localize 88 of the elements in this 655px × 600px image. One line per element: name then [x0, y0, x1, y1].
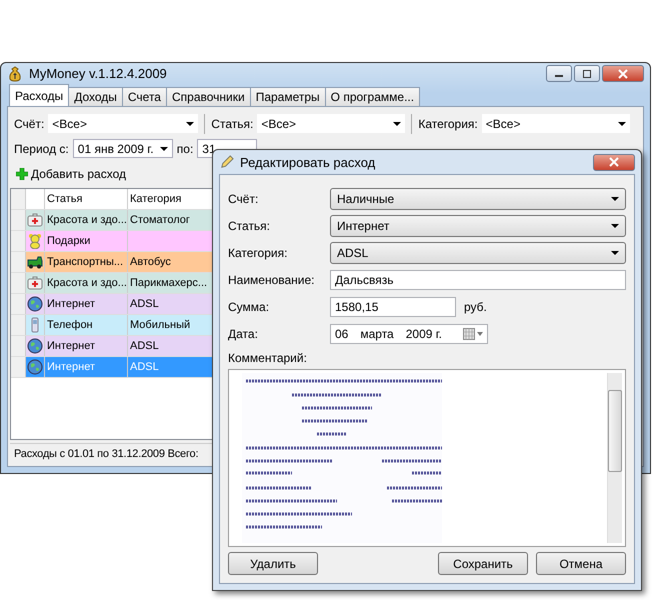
- table-cell: Красота и здо...: [44, 273, 128, 293]
- tab[interactable]: Доходы: [68, 87, 123, 106]
- save-button[interactable]: Сохранить: [438, 552, 528, 575]
- article-label: Статья:: [211, 116, 254, 130]
- table-cell-text: Стоматолог: [129, 213, 191, 228]
- row-header: [11, 294, 26, 314]
- currency-label: руб.: [464, 300, 487, 314]
- row-header: [11, 189, 26, 209]
- table-cell: Интернет: [44, 357, 128, 377]
- table-cell: Телефон: [44, 315, 128, 335]
- row-header: [11, 315, 26, 335]
- table-cell: Интернет: [44, 336, 128, 356]
- car-icon: [27, 254, 43, 270]
- globe-icon: [27, 359, 43, 375]
- row-header: [11, 210, 26, 230]
- caret-icon: [160, 146, 168, 150]
- first-aid-kit-icon: [27, 212, 43, 228]
- tab[interactable]: Расходы: [9, 84, 70, 106]
- field-label: Статья:: [228, 218, 272, 232]
- input-field[interactable]: Дальсвязь: [330, 270, 626, 290]
- status-text: Расходы с 01.01 по 31.12.2009 Всего:: [14, 448, 198, 460]
- category-dropdown[interactable]: <Все>: [482, 114, 630, 133]
- money-bag-icon: [7, 66, 23, 82]
- tab[interactable]: Параметры: [250, 87, 326, 106]
- teddy-bear-icon: [27, 233, 43, 249]
- maximize-button[interactable]: [574, 65, 600, 82]
- table-cell-text: ADSL: [129, 360, 160, 375]
- account-dropdown[interactable]: <Все>: [48, 114, 198, 133]
- caret-icon: [618, 122, 626, 126]
- comment-field[interactable]: [228, 369, 626, 547]
- field-label: Сумма:: [228, 300, 270, 314]
- delete-button[interactable]: Удалить: [228, 552, 318, 575]
- table-cell: Красота и здо...: [44, 210, 128, 230]
- table-cell: Подарки: [44, 231, 128, 251]
- row-header: [11, 231, 26, 251]
- calendar-icon: [463, 328, 483, 340]
- date-from-picker[interactable]: 01 янв 2009 г.: [72, 139, 173, 158]
- caret-icon: [186, 122, 194, 126]
- globe-icon: [27, 296, 43, 312]
- column-header[interactable]: Категория: [128, 189, 208, 209]
- tab[interactable]: Счета: [122, 87, 167, 106]
- row-header: [11, 273, 26, 293]
- table-cell: Транспортны...: [44, 252, 128, 272]
- table-cell-text: ADSL: [129, 297, 160, 312]
- close-icon: [608, 157, 620, 167]
- add-expense-button[interactable]: Добавить расход: [14, 166, 128, 180]
- period-from-label: Период с:: [14, 142, 69, 156]
- tab[interactable]: О программе...: [324, 87, 420, 106]
- caret-icon: [611, 196, 619, 200]
- period-to-label: по:: [176, 142, 194, 156]
- minimize-button[interactable]: [546, 65, 572, 82]
- cancel-button[interactable]: Отмена: [536, 552, 626, 575]
- table-cell-text: Мобильный: [129, 318, 192, 333]
- dropdown[interactable]: Интернет: [330, 214, 626, 236]
- close-icon: [617, 68, 629, 78]
- field-label: Категория:: [228, 246, 288, 260]
- table-cell-text: ADSL: [129, 339, 160, 354]
- column-header[interactable]: Статья: [44, 189, 128, 209]
- minimize-icon: [555, 75, 563, 77]
- caret-icon: [393, 122, 402, 126]
- category-label: Категория:: [418, 116, 478, 130]
- scrollbar[interactable]: [607, 373, 622, 543]
- dropdown[interactable]: ADSL: [330, 242, 626, 264]
- plus-icon: [16, 168, 28, 180]
- date-picker[interactable]: 06 марта 2009 г.: [330, 324, 488, 344]
- account-label: Счёт:: [14, 116, 44, 130]
- table-cell-text: Автобус: [129, 255, 172, 270]
- first-aid-kit-icon: [27, 275, 43, 291]
- field-label: Счёт:: [228, 192, 260, 206]
- input-field[interactable]: 1580,15: [330, 296, 456, 316]
- close-button[interactable]: [593, 154, 635, 170]
- tab[interactable]: Справочники: [166, 87, 251, 106]
- dropdown[interactable]: Наличные: [330, 188, 626, 210]
- maximize-icon: [583, 70, 591, 78]
- row-header: [11, 252, 26, 272]
- article-dropdown[interactable]: <Все>: [257, 114, 406, 133]
- window-title: MyMoney v.1.12.4.2009: [29, 66, 167, 81]
- globe-icon: [27, 338, 43, 354]
- pencil-icon: [219, 154, 234, 170]
- row-header: [11, 357, 26, 377]
- field-label: Дата:: [228, 326, 259, 340]
- table-cell: Интернет: [44, 294, 128, 314]
- close-button[interactable]: [602, 65, 644, 82]
- caret-icon: [611, 224, 619, 228]
- comment-label: Комментарий:: [228, 351, 308, 365]
- row-header: [11, 336, 26, 356]
- table-cell-text: Парикмахерс...: [129, 276, 208, 291]
- field-label: Наименование:: [228, 272, 316, 286]
